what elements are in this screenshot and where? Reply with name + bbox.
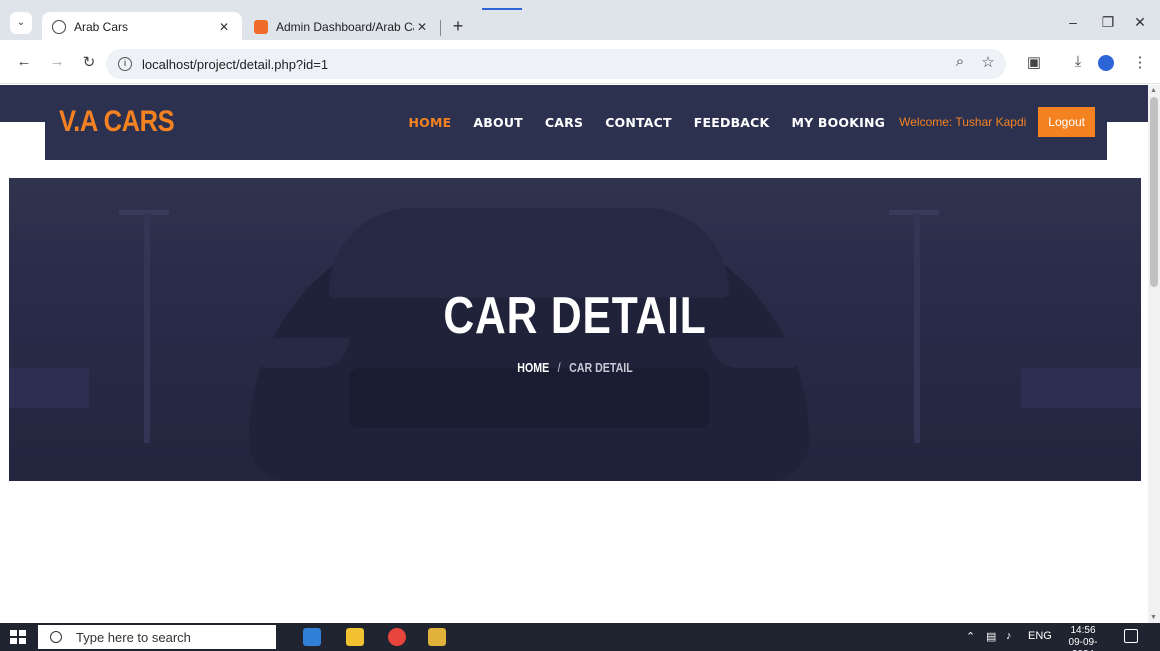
volume-muted-icon[interactable]: ♪: [1006, 630, 1012, 642]
breadcrumb: HOME / CAR DETAIL: [94, 361, 1056, 375]
zoom-icon[interactable]: ⌕: [950, 53, 970, 70]
window-close-icon[interactable]: ✕: [1130, 14, 1150, 31]
scroll-down-icon[interactable]: ▼: [1150, 614, 1157, 621]
nav-about[interactable]: ABOUT: [473, 115, 523, 130]
forward-icon[interactable]: →: [47, 53, 67, 70]
search-icon: [50, 631, 62, 643]
scroll-thumb[interactable]: [1150, 97, 1158, 287]
tab-separator: [440, 20, 441, 36]
back-icon[interactable]: ←: [14, 53, 34, 70]
screen: ⌄ Arab Cars ✕ Admin Dashboard/Arab Cars …: [0, 0, 1160, 651]
page-scrollbar[interactable]: ▲ ▼: [1148, 85, 1160, 623]
extensions-icon[interactable]: ▣: [1024, 53, 1044, 71]
tab-search-chevron-icon[interactable]: ⌄: [10, 12, 32, 34]
nav-cars[interactable]: CARS: [545, 115, 583, 130]
scroll-up-icon[interactable]: ▲: [1150, 87, 1157, 94]
clock-date: 09-09-2024: [1068, 637, 1098, 651]
globe-icon: [52, 20, 66, 34]
address-bar[interactable]: i localhost/project/detail.php?id=1: [106, 49, 1006, 79]
language-indicator[interactable]: ENG: [1028, 630, 1052, 642]
loading-indicator: [482, 8, 522, 10]
minimize-icon[interactable]: –: [1063, 14, 1083, 30]
system-clock[interactable]: 14:56 09-09-2024: [1058, 625, 1108, 651]
file-explorer-icon[interactable]: [346, 628, 364, 646]
welcome-text: Welcome: Tushar Kapdi: [899, 115, 1027, 129]
logout-button[interactable]: Logout: [1038, 107, 1095, 137]
tab-close-icon[interactable]: ✕: [216, 20, 232, 34]
chrome-icon[interactable]: [388, 628, 406, 646]
new-tab-icon[interactable]: +: [448, 16, 468, 37]
breadcrumb-home-link[interactable]: HOME: [517, 361, 549, 375]
breadcrumb-separator: /: [557, 361, 561, 375]
tab-close-icon[interactable]: ✕: [414, 20, 430, 34]
windows-taskbar: Type here to search ⌃ ▤ ♪ ENG 14:56 09-0…: [0, 623, 1160, 651]
reload-icon[interactable]: ↻: [79, 53, 99, 71]
profile-avatar-icon[interactable]: [1098, 55, 1114, 71]
browser-tabstrip: ⌄ Arab Cars ✕ Admin Dashboard/Arab Cars …: [0, 0, 1160, 42]
notification-icon[interactable]: [1124, 629, 1138, 643]
site-info-icon[interactable]: i: [118, 57, 132, 71]
tab-title: Arab Cars: [74, 20, 129, 34]
site-logo[interactable]: V.A CARS: [59, 105, 175, 139]
web-page: V.A CARS HOME ABOUT CARS CONTACT FEEDBAC…: [0, 85, 1148, 623]
site-navbar: V.A CARS HOME ABOUT CARS CONTACT FEEDBAC…: [45, 85, 1107, 160]
xampp-icon[interactable]: [428, 628, 446, 646]
tab-title: Admin Dashboard/Arab Cars: [276, 20, 414, 34]
tray-chevron-icon[interactable]: ⌃: [966, 630, 975, 643]
tab-arab-cars[interactable]: Arab Cars ✕: [42, 12, 242, 42]
taskbar-search-box[interactable]: Type here to search: [38, 625, 276, 649]
nav-home[interactable]: HOME: [409, 115, 452, 130]
kebab-menu-icon[interactable]: ⋮: [1130, 53, 1150, 71]
nav-contact[interactable]: CONTACT: [605, 115, 672, 130]
restore-icon[interactable]: ❐: [1098, 14, 1118, 31]
taskbar-search-placeholder: Type here to search: [76, 629, 191, 645]
tab-admin-dashboard[interactable]: Admin Dashboard/Arab Cars ✕: [244, 12, 440, 42]
nav-my-booking[interactable]: MY BOOKING: [791, 115, 885, 130]
dashboard-favicon-icon: [254, 20, 268, 34]
url-text: localhost/project/detail.php?id=1: [142, 56, 329, 72]
page-title: CAR DETAIL: [443, 287, 707, 345]
edge-app-icon[interactable]: [303, 628, 321, 646]
network-icon[interactable]: ▤: [986, 630, 996, 643]
clock-time: 14:56: [1070, 625, 1096, 636]
download-icon[interactable]: ⤓: [1068, 53, 1088, 70]
bookmark-star-icon[interactable]: ☆: [978, 53, 998, 71]
hero-banner: CAR DETAIL HOME / CAR DETAIL: [9, 178, 1141, 481]
breadcrumb-current: CAR DETAIL: [569, 361, 633, 375]
browser-toolbar: ← → ↻ i localhost/project/detail.php?id=…: [0, 42, 1160, 84]
nav-feedback[interactable]: FEEDBACK: [694, 115, 770, 130]
main-menu: HOME ABOUT CARS CONTACT FEEDBACK MY BOOK…: [387, 107, 1095, 137]
windows-start-icon[interactable]: [10, 630, 26, 644]
